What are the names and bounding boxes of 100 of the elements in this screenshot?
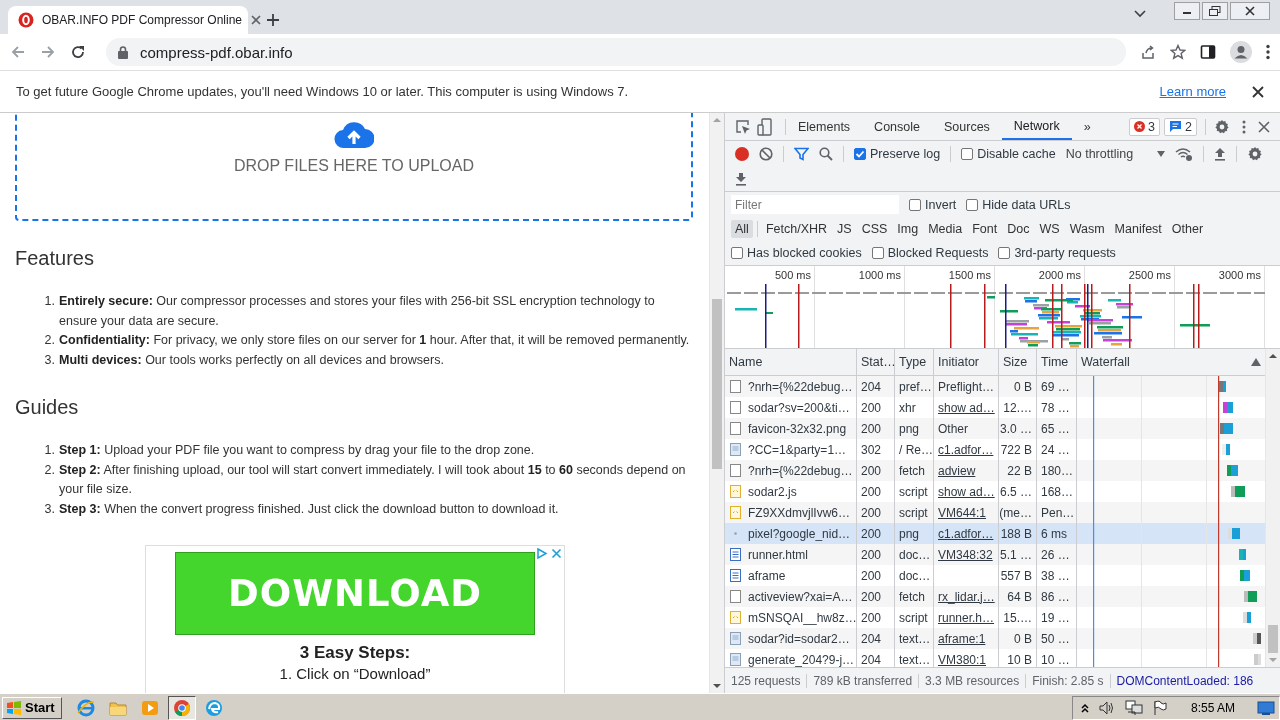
network-conditions-icon[interactable]: [1175, 147, 1194, 161]
new-tab-icon[interactable]: [266, 13, 280, 27]
show-desktop-icon[interactable]: [1257, 699, 1275, 716]
speaker-icon[interactable]: [1098, 700, 1115, 715]
column-header[interactable]: Initiator: [934, 349, 999, 375]
initiator-link[interactable]: runner.h…: [938, 610, 995, 625]
chevron-up-icon[interactable]: [1080, 702, 1089, 713]
checkbox[interactable]: [871, 247, 884, 259]
column-header[interactable]: Waterfall: [1077, 349, 1265, 375]
throttling-dropdown[interactable]: No throttling: [1065, 147, 1166, 161]
checkbox[interactable]: [909, 198, 921, 211]
message-count-badge[interactable]: 2: [1164, 117, 1197, 136]
scrollbar[interactable]: [1265, 349, 1280, 667]
initiator-link[interactable]: show ad…: [938, 400, 995, 415]
initiator-link[interactable]: c1.adfor…: [938, 442, 994, 457]
initiator-link[interactable]: c1.adfor…: [938, 526, 994, 541]
type-filter-button[interactable]: All: [731, 220, 753, 238]
type-filter-button[interactable]: Manifest: [1110, 220, 1166, 238]
settings-icon[interactable]: [1214, 118, 1230, 135]
close-icon[interactable]: [1252, 85, 1264, 98]
table-cell: xhr: [899, 400, 916, 415]
initiator-link[interactable]: VM348:32: [938, 547, 993, 562]
scroll-down-icon[interactable]: [713, 683, 721, 689]
clear-icon[interactable]: [759, 147, 773, 161]
address-bar[interactable]: compress-pdf.obar.info: [106, 38, 1126, 66]
network-icon[interactable]: [1124, 699, 1143, 716]
request-row[interactable]: sodar?id=sodar2… 204 text… aframe:1 0 B 50 …: [725, 628, 1265, 649]
close-button[interactable]: [1230, 2, 1270, 20]
ad-info-icon[interactable]: [535, 547, 548, 560]
menu-icon[interactable]: [1266, 44, 1270, 60]
filter-icon[interactable]: [794, 147, 809, 161]
taskbar-app[interactable]: [167, 695, 196, 720]
request-row[interactable]: favicon-32x32.png 200 png Other 3.0 … 65 …: [725, 418, 1265, 439]
initiator-link[interactable]: adview: [938, 463, 976, 478]
more-tabs-button[interactable]: »: [1071, 113, 1103, 140]
star-icon[interactable]: [1170, 44, 1186, 60]
upload-icon[interactable]: [1214, 147, 1227, 161]
sort-icon[interactable]: [1251, 358, 1261, 366]
start-button[interactable]: Start: [2, 696, 62, 719]
request-row[interactable]: ?nrh={%22debug… 200 fetch adview 22 B 180…: [725, 460, 1265, 481]
forward-icon[interactable]: [40, 44, 56, 60]
initiator-link[interactable]: VM644:1: [938, 505, 987, 520]
filter-field[interactable]: Filter: [731, 195, 899, 214]
checkbox[interactable]: [961, 148, 974, 160]
error-count-badge[interactable]: 3: [1129, 117, 1161, 136]
profile-icon[interactable]: [1230, 41, 1252, 63]
chevron-down-icon[interactable]: [1134, 10, 1146, 18]
settings-icon[interactable]: [1247, 146, 1264, 162]
scrollbar[interactable]: [709, 113, 724, 693]
type-filter-button[interactable]: WS: [1035, 220, 1064, 238]
column-header[interactable]: Stat…: [857, 349, 895, 375]
close-icon[interactable]: [1258, 120, 1270, 133]
request-row[interactable]: FZ9XXdmvjlIvw6… 200 script VM644:1 (me… Pen…: [725, 502, 1265, 523]
reload-icon[interactable]: [70, 44, 86, 60]
request-row[interactable]: runner.html 200 doc… VM348:32 5.1 … 26 …: [725, 544, 1265, 565]
column-header[interactable]: Size: [999, 349, 1037, 375]
request-row[interactable]: pixel?google_nid… 200 png c1.adfor… 188 B 6 ms: [725, 523, 1265, 544]
type-filter-button[interactable]: Other: [1167, 220, 1208, 238]
initiator-link[interactable]: aframe:1: [938, 631, 986, 646]
side-panel-icon[interactable]: [1200, 44, 1216, 60]
summary-text: Finish: 2.85 s: [1026, 673, 1111, 688]
type-filter-button[interactable]: Doc: [1003, 220, 1034, 238]
column-header[interactable]: Type: [895, 349, 934, 375]
checkbox[interactable]: [854, 148, 866, 160]
drop-zone[interactable]: DROP FILES HERE TO UPLOAD: [15, 113, 693, 221]
type-filter-button[interactable]: Font: [968, 220, 1002, 238]
panel-tab[interactable]: Console: [862, 113, 932, 140]
checkbox[interactable]: [998, 247, 1011, 259]
type-filter-button[interactable]: CSS: [857, 220, 892, 238]
type-filter-button[interactable]: Fetch/XHR: [761, 220, 832, 238]
initiator-link[interactable]: show ad…: [938, 484, 995, 499]
more-icon[interactable]: [1242, 119, 1246, 134]
scrollbar-thumb[interactable]: [1268, 625, 1278, 653]
type-filter-button[interactable]: Img: [893, 220, 923, 238]
type-filter-button[interactable]: Media: [924, 220, 967, 238]
request-row[interactable]: ?nrh={%22debug… 204 pref… Preflight… 0 B 69 …: [725, 376, 1265, 397]
panel-tab[interactable]: Sources: [932, 113, 1002, 140]
scrollbar-thumb[interactable]: [712, 299, 722, 469]
initiator-link[interactable]: VM380:1: [938, 652, 987, 667]
scroll-up-icon[interactable]: [1269, 353, 1277, 359]
record-icon[interactable]: [735, 147, 749, 161]
column-header[interactable]: Time: [1037, 349, 1077, 375]
learn-more-link[interactable]: Learn more: [1159, 84, 1226, 99]
flag-icon[interactable]: [1152, 699, 1167, 716]
device-icon[interactable]: [757, 117, 773, 136]
column-header[interactable]: Name: [725, 349, 857, 375]
checkbox[interactable]: [731, 247, 743, 259]
panel-tab[interactable]: Elements: [786, 113, 863, 140]
restore-button[interactable]: [1202, 2, 1228, 20]
inspect-icon[interactable]: [735, 118, 751, 135]
download-icon[interactable]: [735, 172, 747, 186]
request-row[interactable]: activeview?xai=A… 200 fetch rx_lidar.j… 64 B 86 …: [725, 586, 1265, 607]
minimize-button[interactable]: [1174, 2, 1200, 20]
share-icon[interactable]: [1140, 44, 1156, 60]
checkbox[interactable]: [966, 198, 979, 211]
back-icon[interactable]: [10, 44, 26, 60]
search-icon[interactable]: [819, 147, 833, 161]
type-filter-button[interactable]: JS: [833, 220, 856, 238]
initiator-link[interactable]: rx_lidar.j…: [938, 589, 995, 604]
type-filter-button[interactable]: Wasm: [1065, 220, 1109, 238]
